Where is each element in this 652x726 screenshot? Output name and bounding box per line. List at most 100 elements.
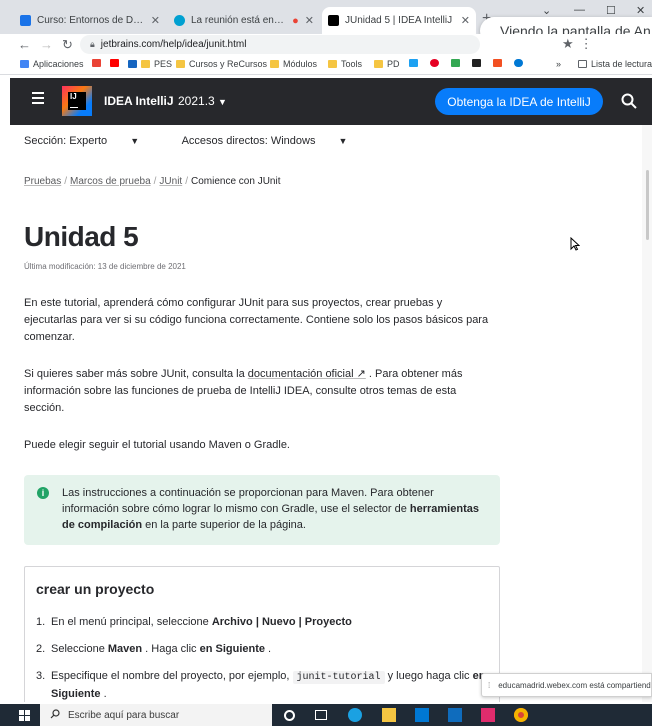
shortcuts-label: Accesos directos: Windows (181, 135, 316, 147)
chrome-icon[interactable] (514, 708, 528, 722)
bookmark-onedrive[interactable] (514, 59, 527, 67)
bookmark-label: Cursos y ReCursos (189, 59, 268, 69)
version-selector[interactable]: 2021.3 ▼ (178, 94, 227, 108)
cortana-icon[interactable] (284, 710, 295, 721)
breadcrumb-link[interactable]: Marcos de prueba (70, 176, 151, 187)
tab-title: Curso: Entornos de Desarrollo (37, 15, 145, 26)
screen-share-toast: ⁞ educamadrid.webex.com está compartiend… (481, 673, 652, 697)
edge-icon[interactable] (348, 708, 362, 722)
breadcrumb-link[interactable]: Pruebas (24, 176, 61, 187)
version-label: 2021.3 (178, 94, 215, 108)
folder-icon (374, 60, 383, 68)
intellij-taskbar-icon[interactable] (481, 708, 495, 722)
taskbar-search-box[interactable]: Escribe aquí para buscar (40, 704, 272, 726)
bookmark-youtube[interactable] (110, 59, 123, 67)
windows-taskbar: Escribe aquí para buscar (0, 704, 652, 726)
folder-icon (270, 60, 279, 68)
shortcuts-selector[interactable]: Accesos directos: Windows ▼ (182, 135, 368, 147)
close-tab-icon[interactable]: ✕ (461, 14, 470, 27)
reload-icon[interactable]: ↻ (62, 37, 73, 53)
docs-paragraph: Si quieres saber más sobre JUnit, consul… (24, 366, 494, 417)
drive-icon (451, 59, 460, 67)
chevron-down-icon: ▼ (130, 136, 140, 146)
address-bar[interactable]: 🔒︎ jetbrains.com/help/idea/junit.html (80, 35, 480, 54)
site-header: IJ IDEA IntelliJ 2021.3 ▼ Obtenga la IDE… (10, 78, 652, 125)
toast-text: educamadrid.webex.com está compartiendo (498, 680, 652, 690)
chevron-down-icon: ▼ (218, 97, 227, 107)
bookmark-modulos[interactable]: Módulos (270, 59, 317, 69)
step-text: . Haga clic (142, 643, 200, 655)
task-view-icon[interactable] (315, 710, 327, 720)
bookmark-gmail[interactable] (92, 59, 105, 67)
page-title: Unidad 5 (24, 221, 139, 252)
browser-toolbar: ← → ↻ 🔒︎ jetbrains.com/help/idea/junit.h… (0, 34, 652, 56)
procedure-card: crear un proyecto 1. En el menú principa… (24, 566, 500, 702)
reading-list-icon (578, 60, 587, 68)
bookmark-label: PES (154, 59, 173, 69)
get-intellij-button[interactable]: Obtenga la IDEA de IntelliJ (435, 88, 603, 115)
windows-start-icon[interactable] (19, 710, 30, 721)
pinterest-icon (430, 59, 439, 67)
official-docs-link[interactable]: documentación oficial ↗ (248, 368, 366, 380)
bookmark-tools[interactable]: Tools (328, 59, 362, 69)
step-text: y luego haga clic (384, 670, 473, 682)
maximize-icon[interactable]: ☐ (606, 4, 616, 17)
extension-icons[interactable]: ★⋮ (562, 36, 599, 52)
step-bold: Archivo | Nuevo | Proyecto (211, 616, 352, 628)
minimize-icon[interactable]: — (574, 4, 585, 16)
bookmark-cursos[interactable]: Cursos y ReCursos (176, 59, 267, 69)
store-icon[interactable] (415, 708, 429, 722)
more-bookmarks-icon[interactable]: » (556, 59, 561, 69)
bookmark-label: Aplicaciones (33, 59, 84, 69)
intellij-logo[interactable]: IJ (62, 86, 92, 116)
scrollbar-thumb[interactable] (646, 170, 649, 240)
search-icon[interactable] (620, 92, 638, 110)
tab-title: La reunión está en curso... (191, 15, 286, 26)
browser-tab-junit[interactable]: JUnidad 5 | IDEA IntelliJ ✕ (322, 7, 476, 34)
browser-tab-webex[interactable]: La reunión está en curso... ● ✕ (168, 7, 320, 34)
product-name[interactable]: IDEA IntelliJ (104, 94, 174, 108)
youtube-icon (110, 59, 119, 67)
file-explorer-icon[interactable] (382, 708, 396, 722)
chevron-down-icon[interactable]: ⌄ (542, 4, 551, 17)
docs-prefix: Si quieres saber más sobre JUnit, consul… (24, 368, 248, 380)
folder-icon (141, 60, 150, 68)
section-label: Sección: Experto (24, 135, 108, 147)
bookmark-label: Módulos (283, 59, 318, 69)
gmail-icon (92, 59, 101, 67)
main-content: Sección: Experto ▼ Accesos directos: Win… (10, 125, 642, 702)
drag-handle-icon[interactable]: ⁞ (488, 681, 490, 690)
close-tab-icon[interactable]: ✕ (151, 14, 160, 27)
choose-paragraph: Puede elegir seguir el tutorial usando M… (24, 439, 290, 451)
close-tab-icon[interactable]: ✕ (305, 14, 314, 27)
bookmark-pes[interactable]: PES (128, 59, 172, 69)
chevron-down-icon: ▼ (338, 136, 348, 146)
inline-code: junit-tutorial (292, 671, 385, 684)
back-icon[interactable]: ← (18, 37, 31, 52)
step-text: Especifique el nombre del proyecto, por … (51, 670, 293, 682)
bookmark-twitter[interactable] (409, 59, 422, 67)
reading-list[interactable]: Lista de lectura (578, 59, 652, 69)
filter-bar: Sección: Experto ▼ Accesos directos: Win… (24, 135, 387, 147)
tab-title: JUnidad 5 | IDEA IntelliJ (345, 15, 453, 26)
hamburger-menu-icon[interactable] (32, 92, 44, 107)
bookmark-pd[interactable]: PD (374, 59, 400, 69)
forward-icon[interactable]: → (40, 37, 53, 52)
intro-paragraph: En este tutorial, aprenderá cómo configu… (24, 297, 489, 343)
breadcrumb: Pruebas / Marcos de prueba / JUnit / Comience … (24, 176, 281, 187)
cloud-icon (514, 59, 523, 67)
blue-app-icon (128, 60, 137, 68)
bookmark-office[interactable] (493, 59, 506, 67)
breadcrumb-link[interactable]: JUnit (159, 176, 182, 187)
folder-icon (176, 60, 185, 68)
browser-tab-curso[interactable]: Curso: Entornos de Desarrollo ✕ (14, 7, 166, 34)
webex-icon (174, 15, 185, 26)
bookmark-pinterest[interactable] (430, 59, 443, 67)
close-window-icon[interactable]: ✕ (636, 4, 645, 17)
section-selector[interactable]: Sección: Experto ▼ (24, 135, 159, 147)
recording-indicator-icon: ● (292, 14, 299, 27)
bookmark-drive[interactable] (451, 59, 464, 67)
bookmark-apps[interactable]: Aplicaciones (20, 59, 84, 69)
bookmark-dark[interactable] (472, 59, 485, 67)
mail-icon[interactable] (448, 708, 462, 722)
